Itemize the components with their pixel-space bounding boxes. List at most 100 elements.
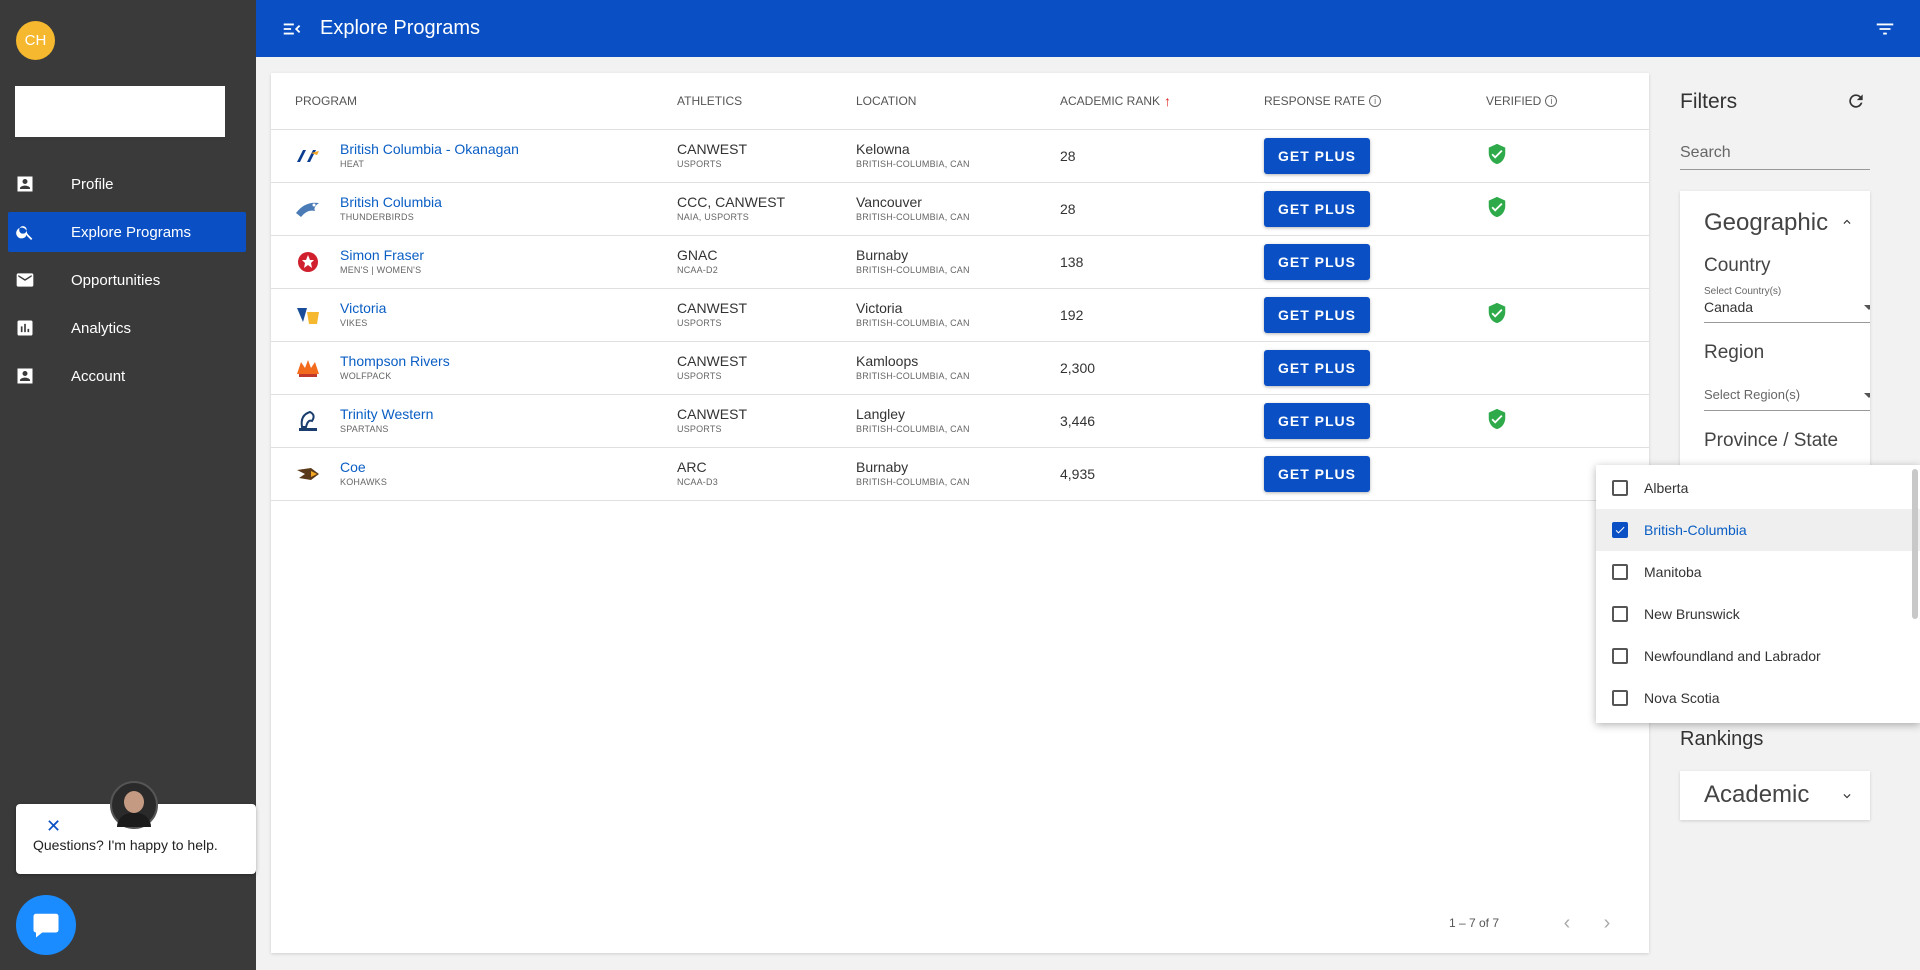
chevron-down-icon[interactable] <box>1840 789 1854 803</box>
program-link[interactable]: British Columbia - Okanagan <box>340 141 519 158</box>
province-option-manitoba[interactable]: Manitoba <box>1596 551 1920 593</box>
page-title: Explore Programs <box>320 17 481 39</box>
checkbox-checked[interactable] <box>1612 522 1628 538</box>
team-name: THUNDERBIRDS <box>340 212 414 222</box>
province-dropdown-menu: Alberta British-Columbia Manitoba New Br… <box>1596 465 1920 723</box>
checkbox[interactable] <box>1612 606 1628 622</box>
get-plus-button[interactable]: GET PLUS <box>1264 403 1370 439</box>
col-location[interactable]: LOCATION <box>856 94 916 108</box>
get-plus-button[interactable]: GET PLUS <box>1264 244 1370 280</box>
table-header: PROGRAM ATHLETICS LOCATION ACADEMIC RANK… <box>271 73 1649 130</box>
country-select-value: Canada <box>1704 299 1754 315</box>
athletics-conference: CANWEST <box>677 406 747 422</box>
program-link[interactable]: Simon Fraser <box>340 247 424 264</box>
sidebar-item-account[interactable]: Account <box>8 356 246 396</box>
academic-rank: 2,300 <box>1060 360 1096 376</box>
location-city: Kamloops <box>856 353 919 369</box>
col-label: RESPONSE RATE <box>1264 94 1366 108</box>
athletics-association: USPORTS <box>677 318 722 328</box>
country-select-caption: Select Country(s) <box>1704 286 1782 297</box>
sidebar-item-analytics[interactable]: Analytics <box>8 308 246 348</box>
chevron-up-icon[interactable] <box>1840 215 1854 229</box>
dropdown-scrollbar[interactable] <box>1912 469 1918 619</box>
team-name: SPARTANS <box>340 424 389 434</box>
academic-rank: 28 <box>1060 201 1076 217</box>
team-name: KOHAWKS <box>340 477 388 487</box>
academic-rank: 3,446 <box>1060 413 1096 429</box>
location-city: Victoria <box>856 300 903 316</box>
program-link[interactable]: Trinity Western <box>340 406 433 423</box>
col-verified[interactable]: VERIFIED i <box>1486 94 1558 108</box>
athletics-association: USPORTS <box>677 424 722 434</box>
sort-arrow-up-icon: ↑ <box>1164 93 1172 109</box>
athletics-conference: GNAC <box>677 247 718 263</box>
country-select[interactable]: Canada <box>1704 299 1870 323</box>
check-icon <box>1615 526 1625 534</box>
chevron-left-icon[interactable]: ‹ <box>1555 911 1579 935</box>
col-program[interactable]: PROGRAM <box>295 94 357 108</box>
menu-collapse-icon[interactable] <box>281 18 303 40</box>
pagination: 1 – 7 of 7 ‹ › <box>1449 911 1619 935</box>
mail-icon <box>14 269 36 291</box>
country-label: Country <box>1704 255 1771 276</box>
location-region: BRITISH-COLUMBIA, CAN <box>856 477 970 487</box>
location-city: Langley <box>856 406 906 422</box>
programs-table-card: PROGRAM ATHLETICS LOCATION ACADEMIC RANK… <box>271 73 1649 953</box>
checkbox[interactable] <box>1612 648 1628 664</box>
info-icon[interactable]: i <box>1369 95 1382 107</box>
province-option-british-columbia[interactable]: British-Columbia <box>1596 509 1920 551</box>
get-plus-button[interactable]: GET PLUS <box>1264 350 1370 386</box>
province-label: Province / State <box>1704 430 1839 451</box>
academic-rank: 192 <box>1060 307 1084 323</box>
sidebar-item-label: Opportunities <box>71 271 161 289</box>
get-plus-button[interactable]: GET PLUS <box>1264 456 1370 492</box>
location-city: Burnaby <box>856 459 909 475</box>
refresh-icon[interactable] <box>1846 91 1866 111</box>
get-plus-button[interactable]: GET PLUS <box>1264 138 1370 174</box>
location-region: BRITISH-COLUMBIA, CAN <box>856 212 970 222</box>
sidebar-item-explore-programs[interactable]: Explore Programs <box>8 212 246 252</box>
sidebar-item-profile[interactable]: Profile <box>8 164 246 204</box>
team-name: VIKES <box>340 318 368 328</box>
close-icon[interactable]: ✕ <box>46 817 62 835</box>
checkbox[interactable] <box>1612 564 1628 580</box>
rankings-title: Rankings <box>1680 728 1764 750</box>
province-option-nova-scotia[interactable]: Nova Scotia <box>1596 677 1920 719</box>
info-icon[interactable]: i <box>1545 95 1558 107</box>
province-option-alberta[interactable]: Alberta <box>1596 467 1920 509</box>
col-athletics[interactable]: ATHLETICS <box>677 94 742 108</box>
sidebar-item-label: Account <box>71 367 126 385</box>
geographic-title[interactable]: Geographic <box>1704 209 1828 237</box>
chevron-right-icon[interactable]: › <box>1595 911 1619 935</box>
filter-icon[interactable] <box>1874 18 1896 40</box>
sidebar-item-opportunities[interactable]: Opportunities <box>8 260 246 300</box>
athletics-association: USPORTS <box>677 371 722 381</box>
school-logo-icon <box>295 250 321 274</box>
user-avatar[interactable]: CH <box>16 21 55 60</box>
academic-title: Academic <box>1704 781 1810 808</box>
table-row: Simon Fraser MEN'S | WOMEN'S GNAC NCAA-D2 … <box>271 236 1649 289</box>
sidebar-item-label: Profile <box>71 175 114 193</box>
get-plus-button[interactable]: GET PLUS <box>1264 297 1370 333</box>
province-option-newfoundland[interactable]: Newfoundland and Labrador <box>1596 635 1920 677</box>
province-option-new-brunswick[interactable]: New Brunswick <box>1596 593 1920 635</box>
col-response-rate[interactable]: RESPONSE RATE i <box>1264 94 1382 108</box>
filters-search-input[interactable]: Search <box>1680 144 1870 170</box>
program-link[interactable]: Victoria <box>340 300 386 317</box>
checkbox[interactable] <box>1612 480 1628 496</box>
col-academic-rank[interactable]: ACADEMIC RANK ↑ <box>1060 94 1171 108</box>
region-select[interactable]: Select Region(s) <box>1704 387 1870 411</box>
region-select-placeholder: Select Region(s) <box>1704 387 1801 402</box>
school-logo-icon <box>295 356 321 380</box>
academic-filter-card[interactable]: Academic <box>1680 771 1870 820</box>
get-plus-button[interactable]: GET PLUS <box>1264 191 1370 227</box>
location-city: Vancouver <box>856 194 922 210</box>
athletics-association: NAIA, USPORTS <box>677 212 749 222</box>
chat-launcher-button[interactable] <box>16 895 76 955</box>
program-link[interactable]: Thompson Rivers <box>340 353 450 370</box>
program-link[interactable]: Coe <box>340 459 387 476</box>
option-label: New Brunswick <box>1644 606 1740 622</box>
checkbox[interactable] <box>1612 690 1628 706</box>
top-app-bar: Explore Programs <box>256 0 1920 57</box>
program-link[interactable]: British Columbia <box>340 194 442 211</box>
